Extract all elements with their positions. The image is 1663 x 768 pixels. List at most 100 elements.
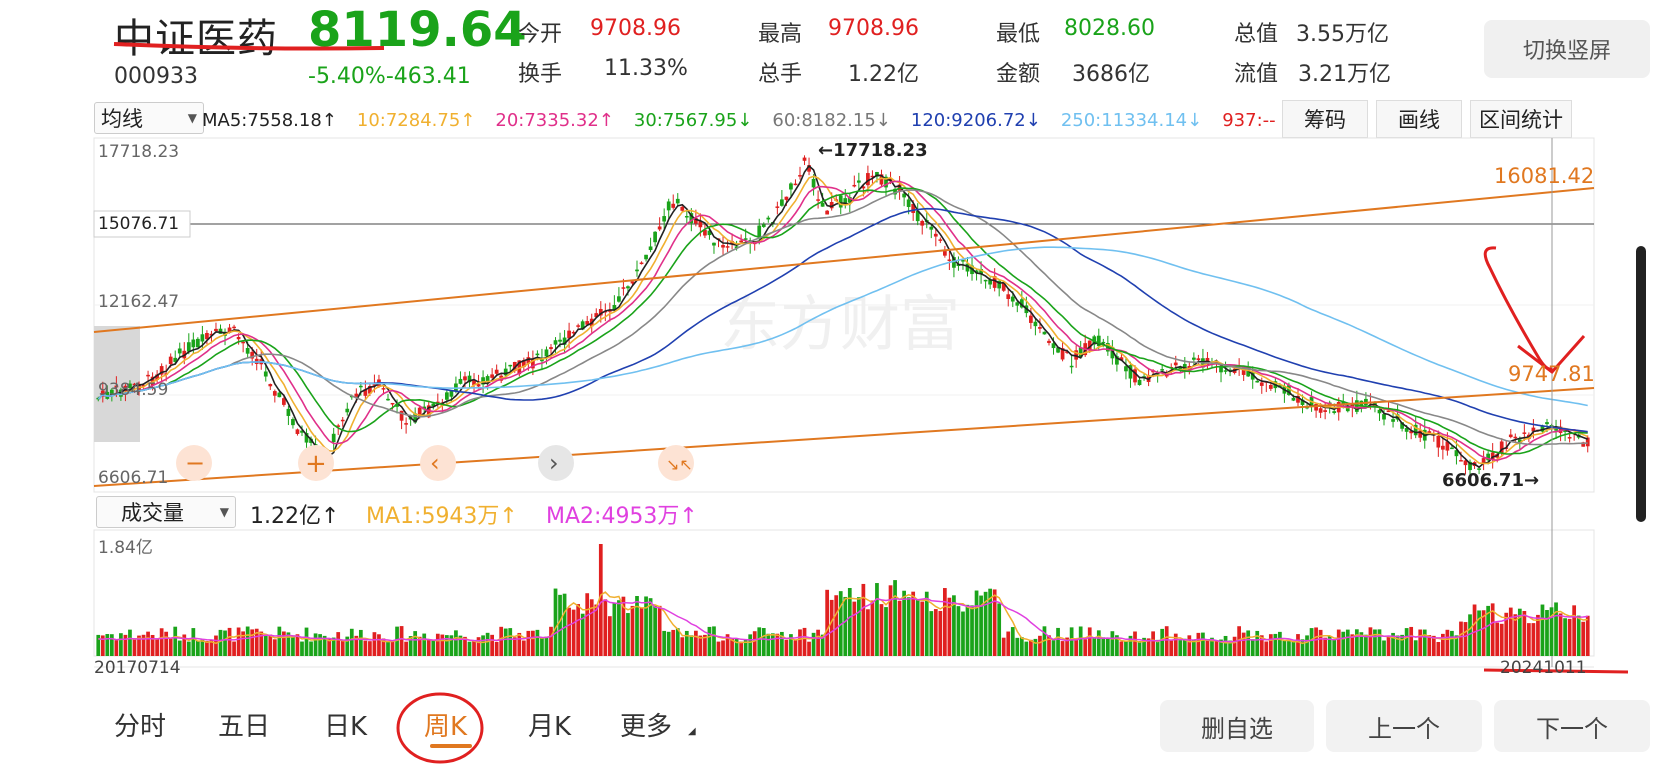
candle-body bbox=[757, 225, 762, 238]
next-button[interactable]: 下一个 bbox=[1494, 700, 1650, 752]
candle-body bbox=[626, 286, 630, 289]
end-date: 20241011 bbox=[1500, 658, 1587, 678]
candle-body bbox=[236, 336, 241, 340]
volume-bar bbox=[1445, 629, 1450, 656]
volume-bar bbox=[888, 585, 893, 656]
volume-bar bbox=[413, 631, 418, 656]
volume-axis-top: 1.84亿 bbox=[98, 538, 153, 558]
volume-bar bbox=[177, 640, 182, 656]
candle-body bbox=[1192, 357, 1196, 360]
volume-bar bbox=[1006, 631, 1011, 656]
volume-bar bbox=[300, 641, 304, 656]
active-tab-indicator bbox=[430, 744, 472, 748]
volume-bar bbox=[205, 640, 209, 656]
volume-bar bbox=[1450, 630, 1454, 656]
tab-more[interactable]: 更多 bbox=[620, 706, 672, 743]
volume-bar bbox=[1069, 627, 1074, 656]
candle-body bbox=[358, 385, 363, 388]
volume-bar bbox=[1015, 637, 1020, 656]
volume-bar bbox=[712, 626, 716, 656]
kline-chart[interactable]: 东方财富 − + ‹ › ↘↖ bbox=[0, 0, 1663, 768]
volume-bar bbox=[1386, 636, 1391, 656]
candle-body bbox=[671, 203, 676, 208]
volume-bar bbox=[553, 588, 558, 656]
volume-bar bbox=[1201, 632, 1205, 656]
volume-bar bbox=[1585, 615, 1590, 656]
candle-body bbox=[1522, 432, 1527, 434]
candle-body bbox=[463, 376, 467, 381]
volume-bar bbox=[200, 639, 205, 656]
volume-bar bbox=[1296, 634, 1300, 656]
candle-body bbox=[535, 353, 540, 356]
candle-body bbox=[798, 175, 802, 177]
candle-body bbox=[1268, 385, 1273, 389]
zoom-out-icon: − bbox=[185, 449, 205, 477]
volume-bar bbox=[119, 633, 123, 656]
tab-daily-k[interactable]: 日K bbox=[324, 706, 367, 743]
axis-lower-label: 9384.59 bbox=[98, 380, 169, 400]
volume-bar bbox=[1459, 621, 1463, 656]
volume-bar bbox=[1078, 626, 1083, 656]
volume-bar bbox=[956, 606, 961, 656]
volume-bar bbox=[503, 628, 508, 656]
candle-body bbox=[789, 183, 793, 190]
candle-body bbox=[354, 393, 359, 397]
volume-bar bbox=[1436, 641, 1441, 656]
volume-bar bbox=[472, 640, 476, 656]
candle-body bbox=[920, 220, 925, 226]
volume-bar bbox=[544, 636, 549, 656]
volume-bar bbox=[784, 639, 789, 656]
tab-monthly-k[interactable]: 月K bbox=[528, 706, 571, 743]
volume-bar bbox=[576, 604, 581, 656]
volume-bar bbox=[1096, 630, 1101, 656]
tab-five-day[interactable]: 五日 bbox=[218, 706, 270, 743]
volume-bar bbox=[386, 641, 390, 656]
candle-body bbox=[272, 391, 277, 396]
volume-bar bbox=[644, 596, 648, 656]
volume-bar bbox=[943, 588, 947, 656]
volume-bar bbox=[902, 590, 906, 656]
volume-bar bbox=[508, 628, 513, 656]
candle-body bbox=[1323, 410, 1328, 412]
volume-bar bbox=[1074, 638, 1079, 656]
volume-bar bbox=[1495, 622, 1500, 656]
volume-bar bbox=[1101, 637, 1106, 656]
previous-button[interactable]: 上一个 bbox=[1326, 700, 1482, 752]
candle-body bbox=[1038, 327, 1042, 329]
candle-body bbox=[666, 201, 671, 211]
volume-bar bbox=[426, 639, 431, 656]
candle-body bbox=[1513, 436, 1518, 439]
candle-body bbox=[811, 178, 816, 188]
volume-bar bbox=[992, 589, 997, 656]
dropdown-icon: ▼ bbox=[219, 505, 229, 519]
volume-bar bbox=[109, 634, 114, 656]
volume-bar bbox=[567, 607, 571, 656]
volume-bar bbox=[1001, 637, 1006, 656]
volume-bar bbox=[585, 593, 590, 656]
candle-body bbox=[1223, 370, 1228, 372]
volume-bar bbox=[291, 635, 295, 656]
candle-body bbox=[1382, 414, 1386, 420]
remove-watchlist-button[interactable]: 删自选 bbox=[1160, 700, 1314, 752]
zoom-in-icon: + bbox=[305, 449, 327, 479]
volume-bar bbox=[1223, 635, 1228, 656]
tab-intraday[interactable]: 分时 bbox=[114, 706, 166, 743]
volume-bar bbox=[1282, 640, 1287, 656]
indicator-selector[interactable]: 成交量 ▼ bbox=[96, 496, 236, 528]
volume-bar bbox=[146, 631, 150, 656]
volume-bar bbox=[232, 641, 236, 656]
candle-body bbox=[549, 347, 553, 350]
volume-bar bbox=[1345, 629, 1350, 656]
volume-bar bbox=[390, 640, 395, 656]
volume-bar bbox=[607, 616, 612, 656]
tab-weekly-k[interactable]: 周K bbox=[424, 706, 467, 743]
volume-bar bbox=[1404, 628, 1409, 656]
volume-bar bbox=[893, 580, 897, 656]
volume-bar bbox=[639, 607, 644, 656]
volume-bar bbox=[1133, 631, 1137, 656]
volume-bar bbox=[798, 629, 802, 656]
volume-bar bbox=[757, 627, 762, 656]
volume-bar bbox=[1024, 641, 1029, 656]
volume-bar bbox=[1382, 640, 1386, 656]
candle-body bbox=[635, 269, 639, 272]
